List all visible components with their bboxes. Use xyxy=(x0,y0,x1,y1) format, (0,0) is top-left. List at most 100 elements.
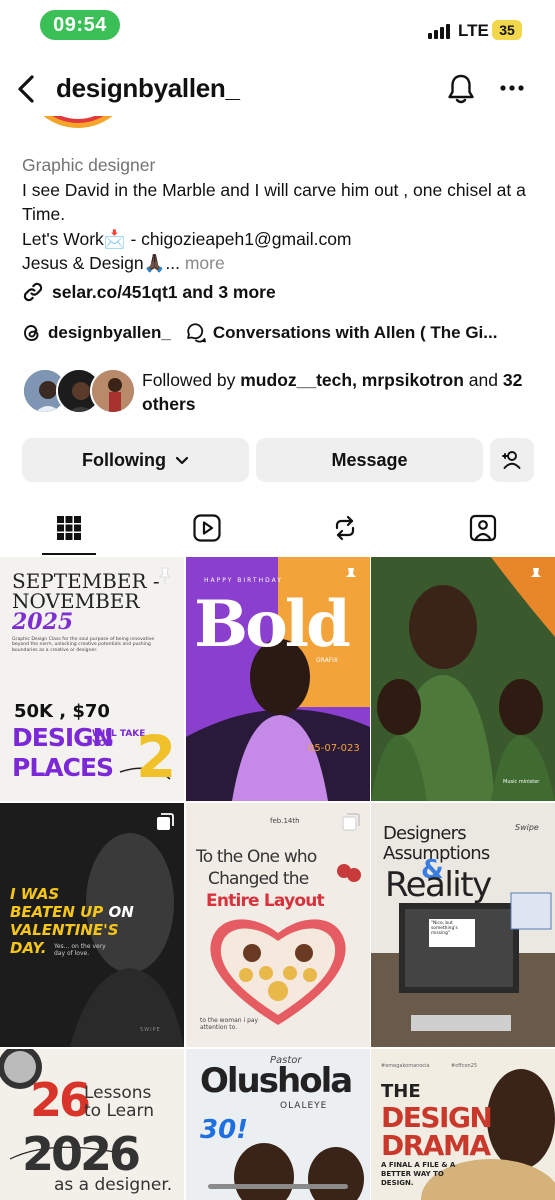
message-button[interactable]: Message xyxy=(256,438,483,482)
post-text: To the One who xyxy=(196,847,317,867)
tab-posts-grid[interactable] xyxy=(0,500,138,556)
post-text: I WAS xyxy=(10,885,60,903)
pin-icon xyxy=(346,568,356,584)
bell-icon[interactable] xyxy=(446,73,476,105)
post-text: "Nice, but something's missing" xyxy=(431,921,458,936)
profile-username: designbyallen_ xyxy=(56,73,240,103)
post-5-art xyxy=(186,803,370,1047)
status-bar: 09:54 LTE 35 xyxy=(0,0,555,54)
suggested-users-button[interactable] xyxy=(490,438,534,482)
mutual-followers[interactable]: Followed by mudoz__tech, mrpsikotron and… xyxy=(22,368,537,416)
post-tile[interactable]: Designers Assumptions & Reality Swipe "N… xyxy=(371,803,555,1047)
following-button[interactable]: Following xyxy=(22,438,249,482)
bio-link-text: selar.co/451qt1 and 3 more xyxy=(52,281,276,302)
tagged-person-icon xyxy=(469,514,497,542)
post-text: Music minister xyxy=(503,779,540,785)
threads-handle[interactable]: designbyallen_ xyxy=(48,323,171,343)
post-tile[interactable]: feb.14th To the One who Changed the Enti… xyxy=(186,803,370,1047)
bio-line-text: Jesus & Design🙏🏿... xyxy=(22,253,180,273)
post-text: 05-07-023 xyxy=(308,743,360,754)
post-text: A FINAL A FILE & A BETTER WAY TO DESIGN. xyxy=(381,1161,456,1187)
bio-line: I see David in the Marble and I will car… xyxy=(22,179,526,225)
followed-prefix: Followed by xyxy=(142,370,241,390)
post-text: DRAMA xyxy=(381,1129,491,1162)
post-text: to the woman i pay attention to. xyxy=(200,1017,259,1031)
bio-link[interactable]: selar.co/451qt1 and 3 more xyxy=(22,279,276,305)
active-tab-indicator xyxy=(42,553,96,555)
post-text: PLACES xyxy=(12,753,114,782)
status-time[interactable]: 09:54 xyxy=(40,10,120,40)
post-text: 2 xyxy=(136,723,177,791)
post-text: HAPPY BIRTHDAY xyxy=(204,577,283,584)
followed-by-text: Followed by mudoz__tech, mrpsikotron and… xyxy=(142,368,542,416)
post-text: THE xyxy=(381,1081,421,1102)
post-text: Designers xyxy=(383,823,467,844)
post-text: DAY. xyxy=(10,939,47,957)
post-text: OLALEYE xyxy=(280,1101,328,1111)
post-tile[interactable]: Music minister xyxy=(371,557,555,801)
repost-icon xyxy=(335,515,355,541)
profile-tabs xyxy=(0,500,555,556)
channel-icon xyxy=(186,323,206,343)
profile-actions: Following Message xyxy=(22,438,534,482)
post-tile[interactable]: SEPTEMBER - NOVEMBER 2025 Graphic Design… xyxy=(0,557,184,801)
threads-icon xyxy=(24,325,39,341)
threads-row: designbyallen_ Conversations with Allen … xyxy=(22,320,542,346)
post-tile[interactable]: I WAS BEATEN UP ON VALENTINE'S DAY. Yes.… xyxy=(0,803,184,1047)
post-text: Reality xyxy=(385,865,492,905)
post-text: #emegakomanocia xyxy=(381,1063,430,1069)
profile-header: designbyallen_ xyxy=(0,62,555,116)
post-text: Yes... on the very day of love. xyxy=(54,943,106,957)
post-text: feb.14th xyxy=(270,817,300,825)
post-text: 2026 xyxy=(22,1127,141,1181)
bio-line: Jesus & Design🙏🏿... more xyxy=(22,251,537,276)
post-3-art xyxy=(371,557,555,801)
post-text: 26 xyxy=(30,1073,91,1127)
post-text: #offcon25 xyxy=(451,1063,478,1069)
post-text: as a designer. xyxy=(54,1175,173,1195)
tab-reels[interactable] xyxy=(138,500,276,556)
following-label: Following xyxy=(82,450,166,470)
more-link[interactable]: more xyxy=(185,253,225,273)
post-text: Graphic Design Class for the soul purpos… xyxy=(12,637,155,653)
chevron-down-icon xyxy=(175,456,189,465)
post-tile[interactable]: 26 Lessons to Learn 2026 as a designer. xyxy=(0,1049,184,1200)
post-text: to Learn xyxy=(84,1101,154,1121)
reels-icon xyxy=(193,514,221,542)
battery-icon: 35 xyxy=(492,20,522,40)
link-icon xyxy=(23,282,43,302)
post-text: SWIPE xyxy=(140,1027,161,1033)
post-text-part: BEATEN UP xyxy=(10,903,104,921)
pin-icon xyxy=(158,567,172,584)
bio-line: Let's Work📩 - chigozieapeh1@gmail.com xyxy=(22,228,352,249)
followed-joiner: and xyxy=(463,370,503,390)
carousel-icon xyxy=(342,813,360,831)
profile-avatar[interactable] xyxy=(20,116,136,146)
carousel-icon xyxy=(157,813,174,830)
back-arrow-icon[interactable] xyxy=(14,72,40,106)
home-indicator[interactable] xyxy=(208,1184,348,1189)
post-text: Swipe xyxy=(515,823,539,832)
add-person-icon xyxy=(502,451,521,469)
followed-users[interactable]: mudoz__tech, mrpsikotron xyxy=(240,370,464,390)
tab-reposts[interactable] xyxy=(276,500,414,556)
post-text: Entire Layout xyxy=(206,891,325,911)
post-text: 30! xyxy=(200,1115,249,1145)
profile-category: Graphic designer xyxy=(22,155,156,175)
post-text: Changed the xyxy=(208,869,309,889)
post-text: 50K , $70 xyxy=(14,701,110,722)
signal-icon xyxy=(428,23,454,39)
tab-tagged[interactable] xyxy=(414,500,552,556)
post-text: Olushola xyxy=(200,1061,353,1101)
post-text-part: ON xyxy=(108,903,134,921)
follower-avatar xyxy=(90,368,136,414)
grid-icon xyxy=(57,516,81,540)
more-options-icon[interactable] xyxy=(498,74,526,102)
post-tile[interactable]: #emegakomanocia #offcon25 THE DESIGN DRA… xyxy=(371,1049,555,1200)
post-tile[interactable]: HAPPY BIRTHDAY Bold GRAFIX 05-07-023 xyxy=(186,557,370,801)
post-tile[interactable]: Pastor Olushola OLALEYE 30! xyxy=(186,1049,370,1200)
pin-icon xyxy=(531,568,541,584)
posts-grid: SEPTEMBER - NOVEMBER 2025 Graphic Design… xyxy=(0,557,555,1200)
channel-name[interactable]: Conversations with Allen ( The Gi... xyxy=(213,323,498,343)
post-text: Bold xyxy=(194,587,351,662)
